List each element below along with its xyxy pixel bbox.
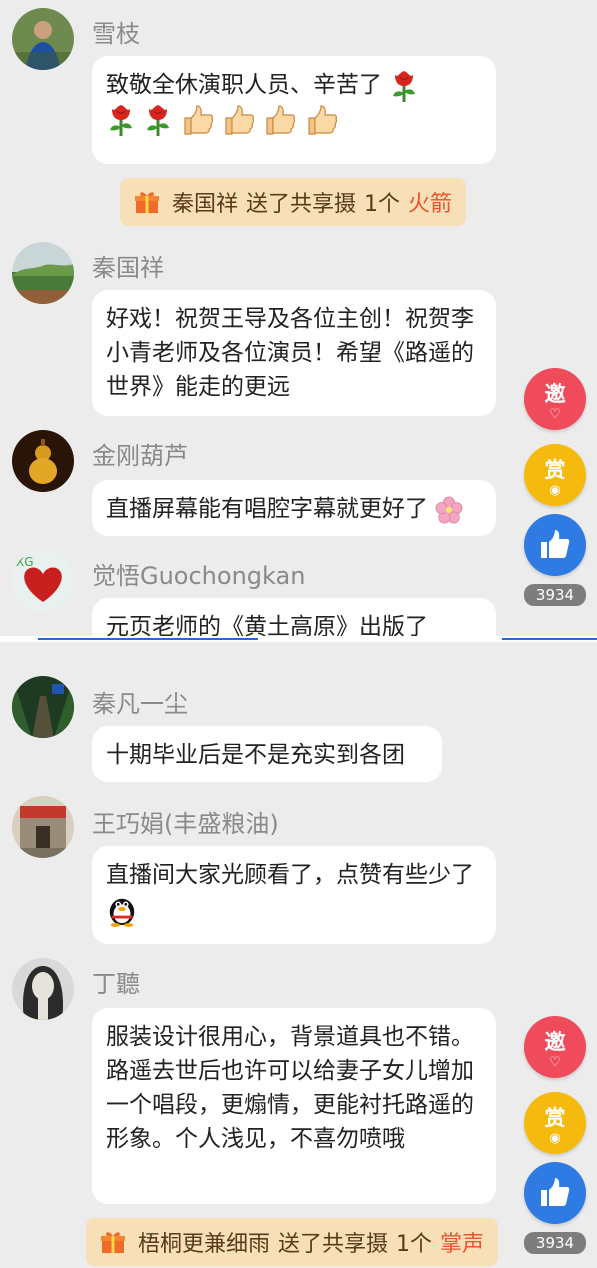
- avatar[interactable]: [12, 796, 74, 858]
- avatar[interactable]: [12, 958, 74, 1020]
- rose-icon: [389, 69, 419, 103]
- svg-text:XG: XG: [16, 555, 34, 569]
- chat-message[interactable]: 元页老师的《黄土高原》出版了: [92, 598, 496, 640]
- username: 丁聽: [92, 970, 140, 998]
- divider-line: [502, 638, 597, 640]
- username: 金刚葫芦: [92, 442, 188, 470]
- gift-notification: 秦国祥 送了共享摄 1个 火箭: [120, 178, 467, 226]
- like-count: 3934: [524, 584, 586, 606]
- message-text: 服装设计很用心，背景道具也不错。路遥去世后也许可以给妻子女儿增加一个唱段，更煽情…: [106, 1024, 474, 1152]
- message-text: 直播屏幕能有唱腔字幕就更好了: [106, 496, 428, 522]
- avatar[interactable]: XG: [12, 550, 74, 612]
- divider-line: [38, 638, 258, 640]
- rose-icon: [143, 103, 173, 137]
- coin-icon: ◉: [549, 1130, 561, 1146]
- gift-name: 火箭: [408, 192, 453, 217]
- thumbs-up-icon: [263, 103, 297, 137]
- rose-icon: [106, 103, 136, 137]
- like-button[interactable]: [524, 514, 586, 576]
- avatar[interactable]: [12, 8, 74, 70]
- thumbs-up-icon: [181, 103, 215, 137]
- avatar[interactable]: [12, 242, 74, 304]
- thumbs-up-icon: [305, 103, 339, 137]
- chat-message[interactable]: 服装设计很用心，背景道具也不错。路遥去世后也许可以给妻子女儿增加一个唱段，更煽情…: [92, 1008, 496, 1204]
- username: 觉悟Guochongkan: [92, 562, 306, 590]
- heart-icon: ♡: [549, 1054, 561, 1070]
- message-text: 致敬全休演职人员、辛苦了: [106, 72, 382, 98]
- gift-count: 1个: [364, 192, 401, 217]
- chat-message[interactable]: 十期毕业后是不是充实到各团: [92, 726, 442, 782]
- username: 秦凡一尘: [92, 690, 188, 718]
- username: 秦国祥: [92, 254, 164, 282]
- thumbs-up-icon: [538, 1176, 572, 1210]
- heart-icon: ♡: [549, 406, 561, 422]
- gift-sender: 秦国祥: [172, 192, 239, 217]
- gift-notification: 梧桐更兼细雨 送了共享摄 1个 掌声: [86, 1218, 499, 1266]
- invite-button[interactable]: 邀 ♡: [524, 368, 586, 430]
- reward-button[interactable]: 赏 ◉: [524, 1092, 586, 1154]
- message-text: 十期毕业后是不是充实到各团: [106, 742, 405, 768]
- username: 雪枝: [92, 20, 140, 48]
- gift-icon: [134, 190, 160, 214]
- thumbs-up-icon: [538, 528, 572, 562]
- invite-label: 邀: [544, 1029, 566, 1054]
- chat-message[interactable]: 直播屏幕能有唱腔字幕就更好了: [92, 480, 496, 536]
- avatar[interactable]: [12, 430, 74, 492]
- reward-label: 赏: [544, 457, 566, 482]
- chat-message[interactable]: 好戏！祝贺王导及各位主创！祝贺李小青老师及各位演员！希望《路遥的世界》能走的更远: [92, 290, 496, 416]
- coin-icon: ◉: [549, 482, 561, 498]
- gift-action: 送了共享摄: [246, 192, 357, 217]
- message-text: 好戏！祝贺王导及各位主创！祝贺李小青老师及各位演员！希望《路遥的世界》能走的更远: [106, 306, 474, 400]
- invite-button[interactable]: 邀 ♡: [524, 1016, 586, 1078]
- chat-panel-bottom: 秦凡一尘 十期毕业后是不是充实到各团 王巧娟(丰盛粮油) 直播间大家光顾看了，点…: [0, 642, 597, 1268]
- invite-label: 邀: [544, 381, 566, 406]
- gift-count: 1个: [396, 1232, 433, 1257]
- gift-name: 掌声: [440, 1232, 485, 1257]
- avatar[interactable]: [12, 676, 74, 738]
- chat-message[interactable]: 直播间大家光顾看了，点赞有些少了: [92, 846, 496, 944]
- thumbs-up-icon: [222, 103, 256, 137]
- reward-label: 赏: [544, 1105, 566, 1130]
- reward-button[interactable]: 赏 ◉: [524, 444, 586, 506]
- chat-message[interactable]: 致敬全休演职人员、辛苦了: [92, 56, 496, 164]
- cherry-blossom-icon: [435, 496, 463, 524]
- message-text: 直播间大家光顾看了，点赞有些少了: [106, 862, 474, 888]
- like-count: 3934: [524, 1232, 586, 1254]
- like-button[interactable]: [524, 1162, 586, 1224]
- chat-panel-top: 雪枝 致敬全休演职人员、辛苦了 秦国祥 送了共享摄 1个 火箭 秦国祥 好戏！祝…: [0, 0, 597, 640]
- username: 王巧娟(丰盛粮油): [92, 810, 279, 838]
- gift-icon: [100, 1230, 126, 1254]
- gift-action: 送了共享摄: [278, 1232, 389, 1257]
- gift-sender: 梧桐更兼细雨: [138, 1232, 271, 1257]
- penguin-icon: [106, 893, 138, 927]
